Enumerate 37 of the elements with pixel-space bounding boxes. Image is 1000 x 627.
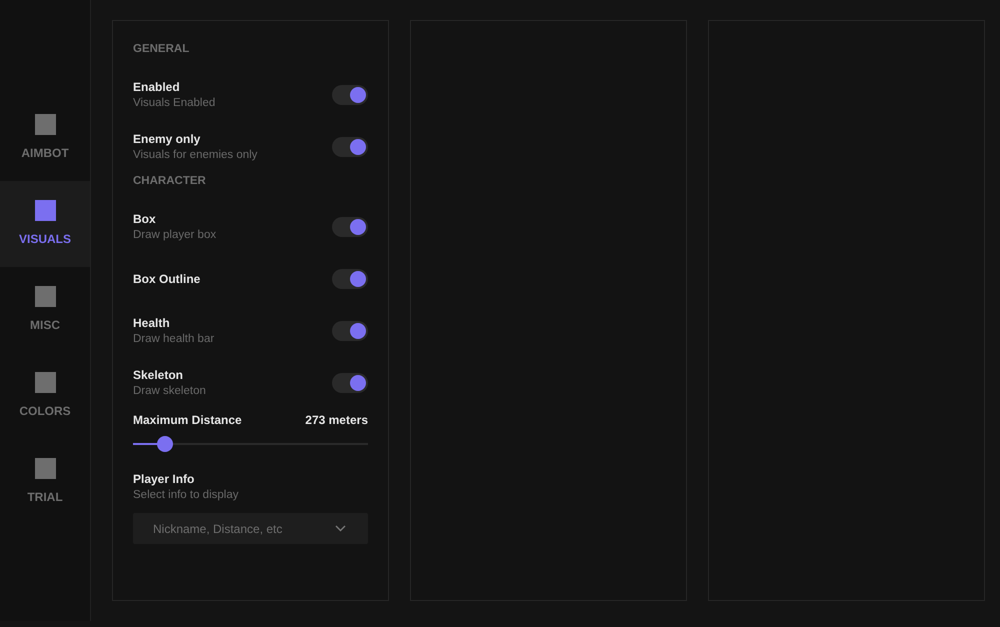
toggle-switch[interactable] [332, 373, 368, 393]
slider-thumb[interactable] [156, 436, 173, 452]
sidebar-tab[interactable]: AIMBOT [0, 95, 90, 181]
toggle-switch[interactable] [332, 85, 368, 105]
dropdown[interactable]: Nickname, Distance, etc [133, 513, 368, 544]
square-icon [34, 458, 56, 479]
setting-label: Player Info [133, 471, 196, 487]
toggle-switch[interactable] [332, 217, 368, 237]
slider-value: 273 meters [305, 412, 368, 429]
setting-description: Visuals Enabled [133, 96, 216, 111]
chevron-down-icon [335, 525, 346, 532]
toggle-switch[interactable] [332, 137, 368, 157]
setting-description: Draw health bar [133, 332, 214, 347]
setting-label: Maximum Distance [133, 412, 242, 429]
section-heading: GENERAL [133, 42, 190, 57]
setting-description: Draw player box [133, 228, 216, 243]
square-icon [34, 286, 56, 307]
square-icon [34, 200, 56, 221]
square-icon [34, 114, 56, 135]
setting-description: Visuals for enemies only [133, 148, 258, 163]
square-icon [34, 372, 56, 393]
sidebar-tab[interactable]: TRIAL [0, 439, 90, 525]
setting-label: Enabled [133, 79, 181, 95]
toggle-switch[interactable] [332, 269, 368, 289]
setting-label: Skeleton [133, 367, 184, 383]
setting-description: Draw skeleton [133, 384, 206, 399]
setting-label: Health [133, 315, 171, 331]
setting-label: Box Outline [133, 271, 200, 287]
section-heading: CHARACTER [133, 174, 207, 189]
setting-label: Box [133, 211, 157, 227]
sidebar-tab[interactable]: COLORS [0, 353, 90, 439]
sidebar-tab[interactable]: MISC [0, 267, 90, 353]
setting-description: Select info to display [133, 488, 240, 503]
sidebar-tab[interactable]: VISUALS [0, 181, 90, 267]
toggle-switch[interactable] [332, 321, 368, 341]
setting-label: Enemy only [133, 131, 202, 147]
slider[interactable] [133, 436, 368, 452]
